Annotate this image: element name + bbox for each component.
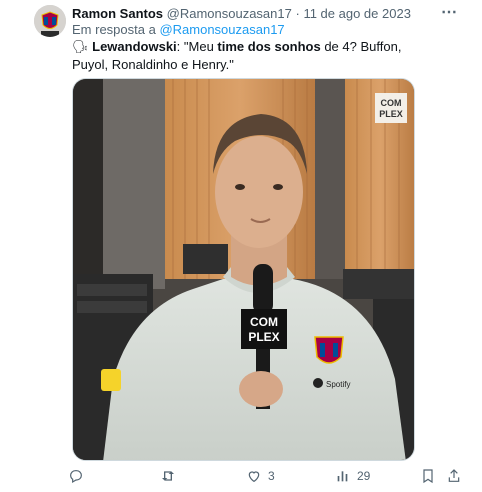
speaking-head-icon: 🗣 [72,39,89,54]
bookmark-icon [423,469,433,484]
reply-context: Em resposta a @Ramonsouzasan17 [72,22,285,38]
sponsor-text: Spotify [326,380,350,389]
tweet-text: 🗣 Lewandowski: "Meu time dos sonhos de 4… [72,38,432,74]
mic-flag-line-1: COM [250,315,278,329]
mic-flag-line-2: PLEX [248,330,279,344]
tweet-date[interactable]: 11 de ago de 2023 [303,6,410,21]
analytics-icon [337,471,348,482]
tweet[interactable]: Ramon Santos @Ramonsouzasan17 · 11 de ag… [0,0,482,492]
video-frame: COM PLEX Spotify COM PLEX [73,79,414,460]
bold-phrase: time dos sonhos [217,39,321,54]
speaker-name: Lewandowski [92,39,177,54]
share-icon [448,469,460,482]
like-button[interactable]: 3 [246,468,275,484]
view-count: 29 [357,469,371,483]
watermark-line-1: COM [381,98,402,108]
tweet-media-video[interactable]: COM PLEX Spotify COM PLEX [72,78,415,461]
share-button[interactable] [446,468,462,484]
author-handle[interactable]: @Ramonsouzasan17 [167,6,292,21]
author-name[interactable]: Ramon Santos [72,6,163,21]
views-button[interactable]: 29 [335,468,370,484]
retweet-button[interactable] [160,468,182,484]
sponsor-logo-icon [313,378,323,388]
heart-icon [248,471,260,483]
tweet-header: Ramon Santos @Ramonsouzasan17 · 11 de ag… [72,6,442,22]
more-options-icon[interactable]: ⋯ [441,2,458,22]
bookmark-button[interactable] [420,468,436,484]
tweet-text-part-1: : "Meu [176,39,218,54]
separator-dot: · [295,6,300,21]
avatar[interactable] [34,5,66,37]
like-count: 3 [268,469,275,483]
reply-button[interactable] [68,468,90,484]
action-bar: 3 29 [68,468,468,488]
reply-mention-link[interactable]: @Ramonsouzasan17 [159,22,284,37]
club-crest-icon [314,336,344,364]
reply-icon [70,470,82,484]
reply-prefix: Em resposta a [72,22,156,37]
watermark-line-2: PLEX [379,109,403,119]
retweet-icon [162,471,174,481]
